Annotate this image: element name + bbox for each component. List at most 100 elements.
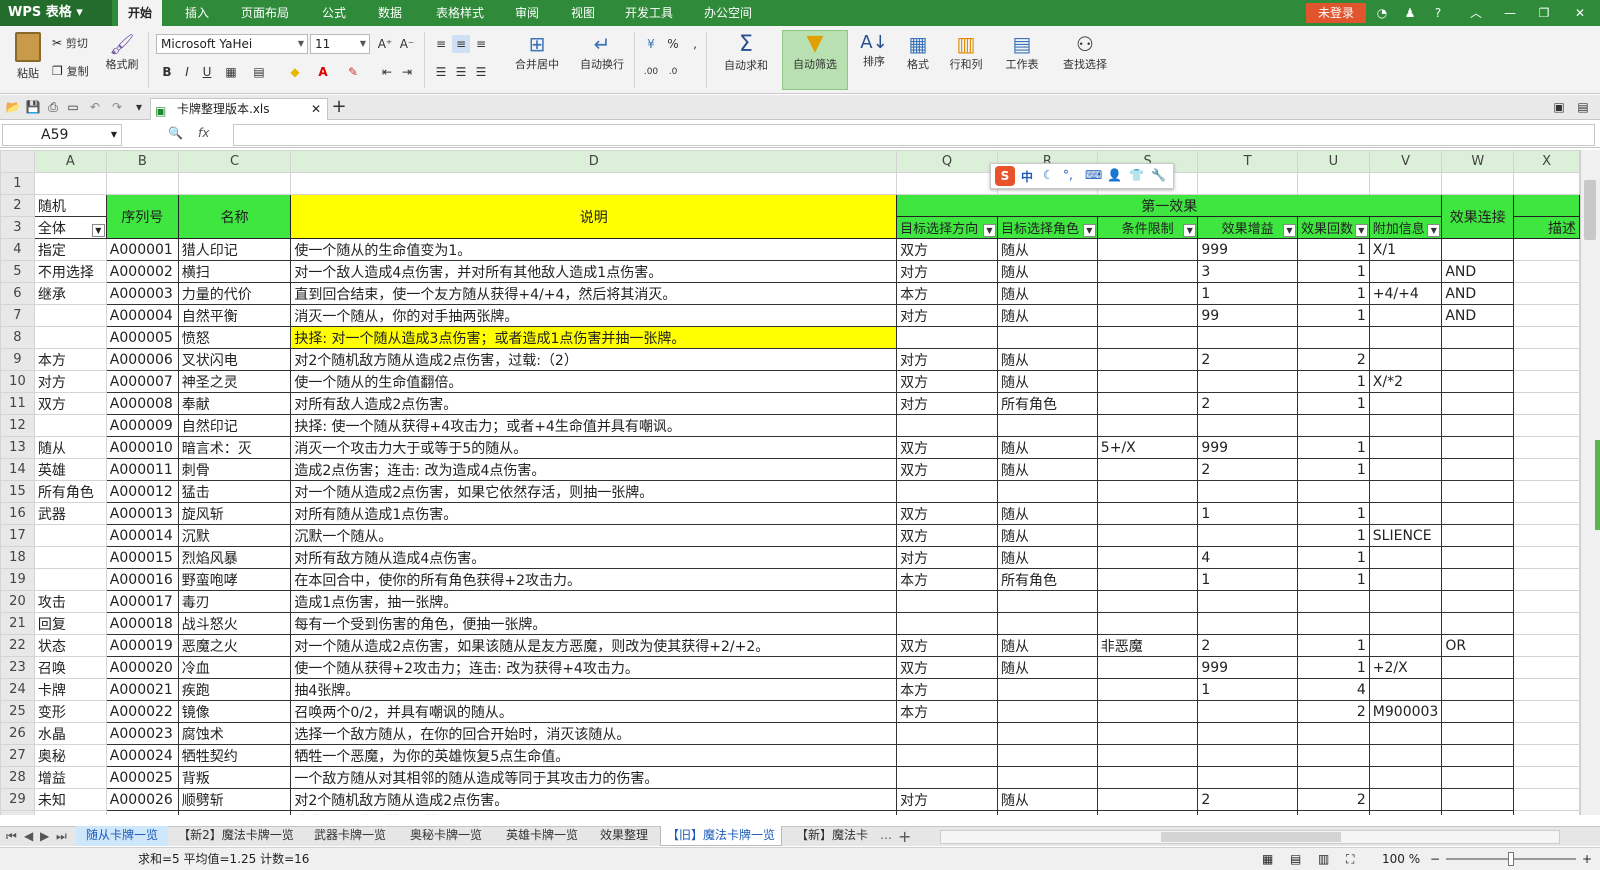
cell-t[interactable]: 3: [1197, 260, 1298, 283]
cell-a[interactable]: 回复: [33, 612, 107, 635]
cell-s[interactable]: [1096, 414, 1199, 437]
cell-w[interactable]: AND: [1441, 260, 1515, 283]
cell-q[interactable]: 本方: [896, 282, 998, 305]
cell-w[interactable]: [1441, 480, 1515, 503]
font-color-icon[interactable]: A: [314, 63, 332, 81]
wrench-icon[interactable]: 🔧: [1151, 168, 1166, 182]
cell-b[interactable]: A000007: [105, 370, 179, 393]
cell-c[interactable]: 牺牲契约: [177, 744, 292, 767]
cell-d[interactable]: 使一个随从获得+2攻击力；连击: 改为获得+4攻击力。: [290, 656, 898, 679]
cell-d[interactable]: 对一个随从造成2点伤害，如果它依然存活，则抽一张牌。: [290, 480, 898, 503]
cell-u[interactable]: [1296, 612, 1370, 635]
fx-icon[interactable]: fx: [198, 126, 209, 140]
cell-s[interactable]: [1096, 480, 1199, 503]
filter-dropdown-icon[interactable]: ▼: [91, 224, 105, 237]
cell-w[interactable]: [1441, 414, 1515, 437]
fullscreen-icon[interactable]: ⛶: [1346, 848, 1354, 870]
cell-v[interactable]: [1368, 480, 1443, 503]
close-tab-icon[interactable]: ✕: [311, 99, 321, 119]
cell-a[interactable]: 水晶: [33, 722, 107, 745]
cell-d[interactable]: 选择一个敌方随从，在你的回合开始时，消灭该随从。: [290, 722, 898, 745]
cell-w[interactable]: [1441, 524, 1515, 547]
cell-v[interactable]: [1368, 766, 1443, 789]
cell-d[interactable]: 直到回合结束，使一个友方随从获得+4/+4，然后将其消灭。: [290, 282, 898, 305]
row-header[interactable]: 14: [0, 458, 35, 481]
moon-icon[interactable]: ☾: [1043, 168, 1054, 182]
cell-v[interactable]: [1368, 546, 1443, 569]
cell-x[interactable]: [1513, 612, 1580, 635]
cell-s[interactable]: [1096, 524, 1199, 547]
cell-r[interactable]: [996, 612, 1098, 635]
cell-a[interactable]: [33, 326, 107, 349]
cell-a[interactable]: 变形: [33, 700, 107, 723]
cell-t[interactable]: [1197, 766, 1298, 789]
cell-a[interactable]: 双方: [33, 392, 107, 415]
cell-d[interactable]: 每有一个受到伤害的角色，便抽一张牌。: [290, 612, 898, 635]
cell-d[interactable]: 抉择: 使一个随从获得+4攻击力；或者+4生命值并具有嘲讽。: [290, 414, 898, 437]
cell-q[interactable]: 对方: [896, 260, 998, 283]
cell-d[interactable]: 召唤两个0/2，并具有嘲讽的随从。: [290, 700, 898, 723]
cell-u[interactable]: 1: [1296, 392, 1370, 415]
cell-b[interactable]: A000027: [105, 810, 179, 815]
cell-a[interactable]: 武器: [33, 502, 107, 525]
cell-d[interactable]: 消灭一个随从，你的对手抽两张牌。: [290, 304, 898, 327]
cell-q[interactable]: [896, 744, 998, 767]
cell-b[interactable]: A000025: [105, 766, 179, 789]
help-icon[interactable]: ?: [1424, 0, 1452, 26]
more-sheets-icon[interactable]: …: [880, 828, 892, 842]
cell-q[interactable]: 对方: [896, 392, 998, 415]
cell-b[interactable]: A000005: [105, 326, 179, 349]
column-header[interactable]: Q: [896, 150, 998, 173]
cell-v[interactable]: [1368, 568, 1443, 591]
cell-q[interactable]: 双方: [896, 656, 998, 679]
cell-x[interactable]: [1513, 788, 1580, 811]
row-header[interactable]: 28: [0, 766, 35, 789]
cell-v[interactable]: [1368, 810, 1443, 815]
cell-d[interactable]: 一个敌方随从对其相邻的随从造成等同于其攻击力的伤害。: [290, 766, 898, 789]
cell-c[interactable]: 叉状闪电: [177, 348, 292, 371]
cell-x[interactable]: [1513, 304, 1580, 327]
cell[interactable]: [1513, 172, 1580, 195]
chain-header[interactable]: 效果连接: [1441, 194, 1515, 239]
sheet-tab[interactable]: 【旧】魔法卡牌一览: [660, 826, 782, 846]
cell-q[interactable]: 本方: [896, 700, 998, 723]
row-header[interactable]: 29: [0, 788, 35, 811]
cell-b[interactable]: A000019: [105, 634, 179, 657]
cell-u[interactable]: 1: [1296, 436, 1370, 459]
app-menu-button[interactable]: WPS 表格 ▾: [0, 0, 112, 26]
cell-w[interactable]: [1441, 392, 1515, 415]
sub-header-s[interactable]: 条件限制 ▼: [1096, 216, 1199, 239]
cell-v[interactable]: +2/X: [1368, 656, 1443, 679]
increase-decimal-icon[interactable]: .00: [642, 63, 660, 81]
cell-c[interactable]: 冷血: [177, 656, 292, 679]
cell-w[interactable]: [1441, 348, 1515, 371]
format-painter-button[interactable]: 🖌 格式刷: [102, 32, 142, 72]
cell-q[interactable]: 双方: [896, 238, 998, 261]
cell-a[interactable]: 所有角色: [33, 480, 107, 503]
autofilter-button[interactable]: ▼ 自动筛选: [782, 30, 848, 90]
cell-b[interactable]: A000009: [105, 414, 179, 437]
cell-r[interactable]: 随从: [996, 788, 1098, 811]
cell-c[interactable]: 愤怒: [177, 326, 292, 349]
cell-x[interactable]: [1513, 370, 1580, 393]
cell-u[interactable]: 1: [1296, 656, 1370, 679]
cell-x[interactable]: [1513, 348, 1580, 371]
cell-t[interactable]: 2: [1197, 788, 1298, 811]
autosum-button[interactable]: Σ 自动求和: [716, 32, 776, 73]
cell-x[interactable]: [1513, 414, 1580, 437]
underline-icon[interactable]: U: [198, 63, 216, 81]
cell-c[interactable]: 毒刃: [177, 590, 292, 613]
cell-u[interactable]: [1296, 480, 1370, 503]
cell[interactable]: [33, 172, 107, 195]
cell-a[interactable]: 本方: [33, 348, 107, 371]
new-tab-icon[interactable]: +: [330, 98, 348, 116]
paste-button[interactable]: 粘贴: [8, 32, 48, 81]
cell-a[interactable]: 指定: [33, 238, 107, 261]
cell-q[interactable]: [896, 480, 998, 503]
cell-c[interactable]: 恶魔之火: [177, 634, 292, 657]
cell-q[interactable]: 本方: [896, 678, 998, 701]
filter-dropdown-icon[interactable]: ▼: [1282, 224, 1296, 237]
cell-c[interactable]: 背叛: [177, 766, 292, 789]
row-header[interactable]: 16: [0, 502, 35, 525]
cell-b[interactable]: A000015: [105, 546, 179, 569]
